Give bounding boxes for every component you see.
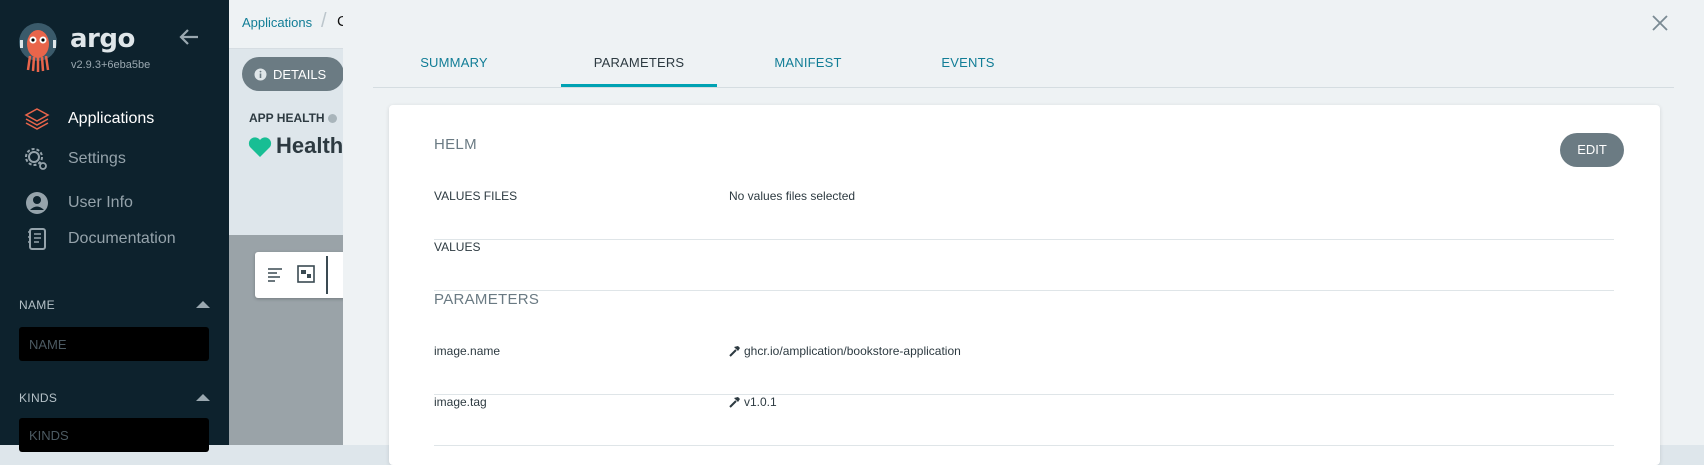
parameter-value: v1.0.1	[729, 395, 777, 409]
hammer-icon	[729, 397, 740, 408]
user-circle-icon	[26, 192, 48, 214]
parameter-value-text: v1.0.1	[744, 395, 777, 409]
nav-item-settings[interactable]: Settings	[24, 146, 126, 172]
caret-up-icon[interactable]	[196, 394, 210, 401]
parameter-row: image.name ghcr.io/amplication/bookstore…	[434, 344, 1614, 395]
parameters-section-title: PARAMETERS	[434, 291, 540, 308]
close-icon[interactable]	[1649, 12, 1671, 34]
nav-item-applications[interactable]: Applications	[24, 106, 154, 132]
panel-tabs: SUMMARY PARAMETERS MANIFEST EVENTS	[373, 48, 1674, 88]
edit-button[interactable]: EDIT	[1560, 133, 1624, 167]
argo-logo-icon	[19, 23, 57, 72]
brand-name: argo	[70, 24, 135, 54]
help-icon[interactable]	[327, 114, 337, 123]
helm-section-title: HELM	[434, 136, 477, 153]
nav-item-label: User Info	[68, 194, 133, 211]
tab-summary[interactable]: SUMMARY	[381, 48, 527, 86]
kinds-filter-input[interactable]	[19, 418, 209, 452]
health-status: Health	[276, 133, 344, 158]
stack-icon	[24, 108, 50, 130]
values-row: VALUES	[434, 240, 1614, 291]
gears-icon	[25, 148, 47, 170]
info-icon	[254, 68, 267, 80]
tab-parameters[interactable]: PARAMETERS	[561, 48, 717, 87]
name-filter-input[interactable]	[19, 327, 209, 361]
tab-events[interactable]: EVENTS	[895, 48, 1041, 86]
nav-item-user-info[interactable]: User Info	[24, 190, 133, 216]
version-label: v2.9.3+6eba5be	[71, 59, 151, 71]
values-files-key: VALUES FILES	[434, 189, 518, 203]
parameter-key: image.tag	[434, 395, 487, 409]
align-left-icon[interactable]	[267, 266, 283, 282]
nav-item-documentation[interactable]: Documentation	[24, 226, 176, 252]
details-button[interactable]: DETAILS	[242, 57, 345, 91]
tab-manifest[interactable]: MANIFEST	[735, 48, 881, 86]
parameter-value-text: ghcr.io/amplication/bookstore-applicatio…	[744, 344, 961, 358]
breadcrumb-separator: /	[321, 10, 327, 32]
filter-kinds-title: KINDS	[19, 391, 58, 405]
details-label: DETAILS	[273, 66, 327, 82]
hammer-icon	[729, 346, 740, 357]
app-health-label: APP HEALTH	[249, 111, 337, 125]
nav-item-label: Documentation	[68, 230, 176, 247]
parameters-card: HELM EDIT VALUES FILES No values files s…	[389, 105, 1660, 465]
network-icon[interactable]	[297, 265, 315, 283]
nav-item-label: Settings	[68, 150, 126, 167]
caret-up-icon[interactable]	[196, 301, 210, 308]
parameter-value: ghcr.io/amplication/bookstore-applicatio…	[729, 344, 961, 358]
values-files-row: VALUES FILES No values files selected	[434, 189, 1614, 240]
values-key: VALUES	[434, 240, 481, 254]
values-files-value: No values files selected	[729, 189, 856, 203]
nav-item-label: Applications	[68, 110, 155, 127]
parameter-key: image.name	[434, 344, 501, 358]
arrow-left-icon[interactable]	[178, 26, 200, 48]
breadcrumb-applications-link[interactable]: Applications	[242, 15, 312, 30]
toolbar-divider	[326, 256, 328, 294]
app-parameters-panel: SUMMARY PARAMETERS MANIFEST EVENTS HELM …	[343, 0, 1704, 465]
heart-icon	[248, 137, 272, 157]
filter-name-title: NAME	[19, 298, 55, 312]
parameter-row: image.tag v1.0.1	[434, 395, 1614, 446]
book-icon	[28, 228, 46, 250]
sidebar: argo v2.9.3+6eba5be Applications Setting…	[0, 0, 229, 452]
